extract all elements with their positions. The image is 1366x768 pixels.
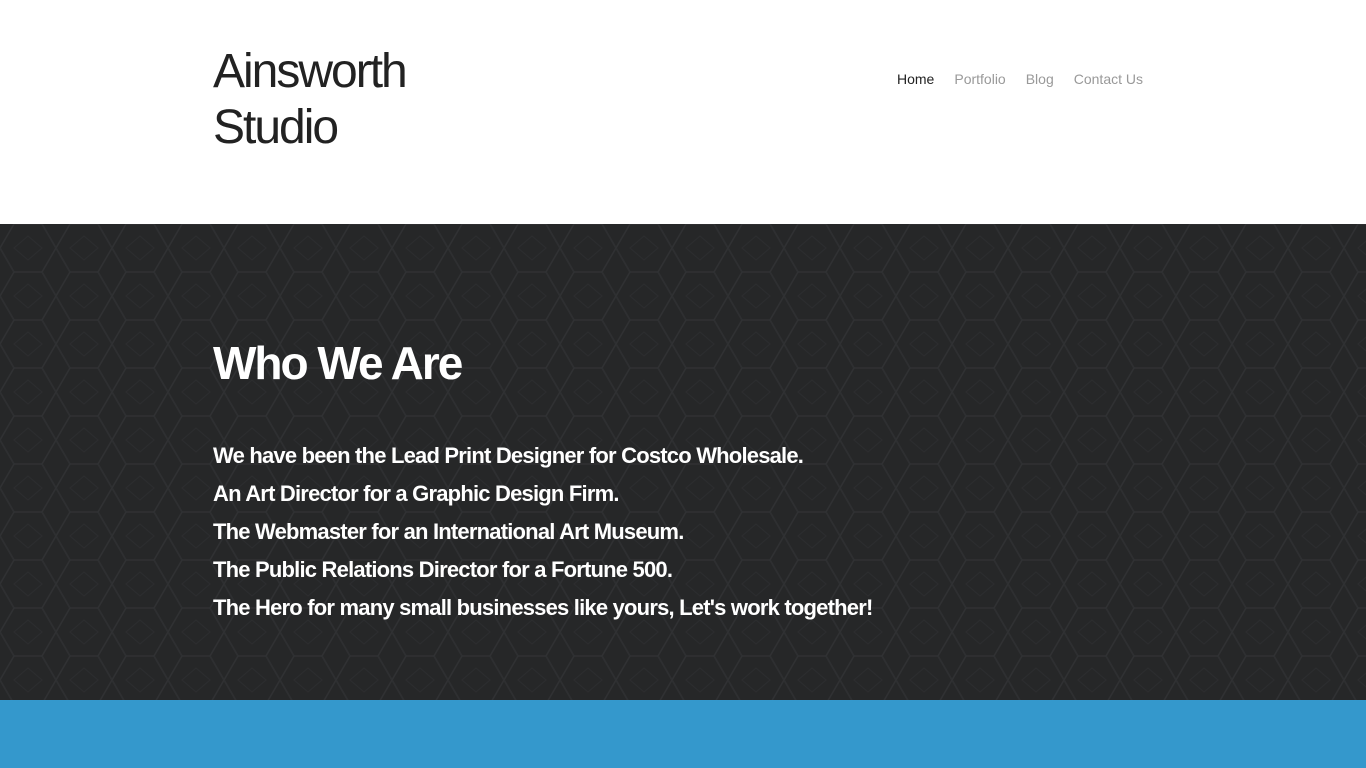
nav-item-contact: Contact Us — [1074, 69, 1143, 89]
nav-link-home[interactable]: Home — [897, 71, 934, 87]
nav-link-portfolio[interactable]: Portfolio — [954, 71, 1005, 87]
site-header: Ainsworth Studio Home Portfolio Blog Con… — [0, 0, 1366, 224]
credential-line: The Hero for many small businesses like … — [213, 595, 873, 620]
site-logo[interactable]: Ainsworth Studio — [213, 44, 473, 156]
logo-line-1: Ainsworth — [213, 45, 408, 98]
credential-line: The Public Relations Director for a Fort… — [213, 557, 673, 582]
who-we-are-section: Who We Are We have been the Lead Print D… — [0, 224, 1366, 700]
nav-item-blog: Blog — [1026, 69, 1054, 89]
nav-link-contact-us[interactable]: Contact Us — [1074, 71, 1143, 87]
blue-section-band — [0, 700, 1366, 768]
main-nav: Home Portfolio Blog Contact Us — [897, 69, 1143, 89]
logo-line-2: Studio — [213, 101, 339, 154]
nav-link-blog[interactable]: Blog — [1026, 71, 1054, 87]
credential-line: The Webmaster for an International Art M… — [213, 519, 684, 544]
section-title: Who We Are — [213, 337, 463, 389]
credential-line: An Art Director for a Graphic Design Fir… — [213, 481, 619, 506]
credentials-list: We have been the Lead Print Designer for… — [213, 437, 873, 627]
nav-item-home: Home — [897, 69, 934, 89]
credential-line: We have been the Lead Print Designer for… — [213, 443, 804, 468]
nav-item-portfolio: Portfolio — [954, 69, 1005, 89]
